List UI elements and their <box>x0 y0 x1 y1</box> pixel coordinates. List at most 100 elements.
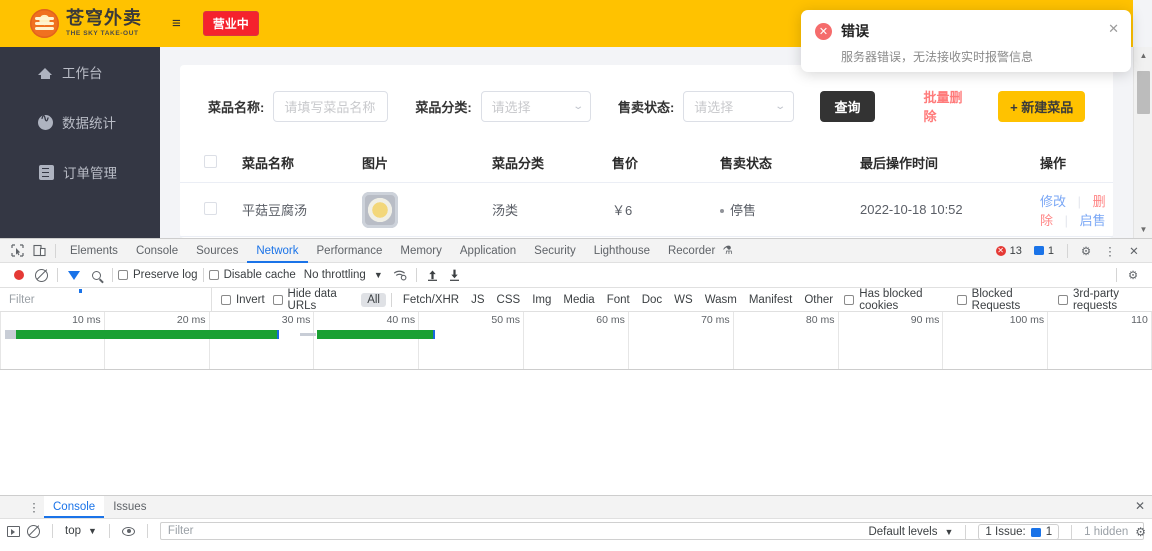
tab-console[interactable]: Console <box>127 239 187 263</box>
filter-type-media[interactable]: Media <box>557 294 600 306</box>
console-toolbar-right: Default levels ▼ 1 Issue: 1 1 hidden ⚙ <box>868 520 1146 544</box>
network-conditions-icon[interactable] <box>389 265 411 285</box>
select-all-checkbox[interactable] <box>180 154 242 171</box>
third-party-requests-checkbox[interactable]: 3rd-party requests <box>1057 288 1152 312</box>
filter-type-js[interactable]: JS <box>465 294 490 306</box>
hidden-messages-label: 1 hidden <box>1084 526 1129 538</box>
tab-network[interactable]: Network <box>247 239 307 263</box>
filter-type-doc[interactable]: Doc <box>636 294 668 306</box>
checkbox-icon <box>272 294 283 305</box>
tab-security[interactable]: Security <box>525 239 585 263</box>
tab-performance[interactable]: Performance <box>308 239 392 263</box>
filter-type-img[interactable]: Img <box>526 294 557 306</box>
inspect-element-icon[interactable] <box>6 241 28 261</box>
toast-close-icon[interactable]: ✕ <box>1108 21 1119 37</box>
execution-context-icon[interactable] <box>7 525 20 537</box>
preserve-log-label: Preserve log <box>133 269 198 281</box>
filter-type-css[interactable]: CSS <box>491 294 527 306</box>
live-expression-icon[interactable] <box>121 526 135 536</box>
devtools-settings-gear-icon[interactable]: ⚙ <box>1075 241 1097 261</box>
sidebar-item-label: 订单管理 <box>63 166 117 181</box>
gear-icon[interactable]: ⚙ <box>1122 265 1144 285</box>
cell-dish-name: 平菇豆腐汤 <box>242 203 308 218</box>
record-icon[interactable] <box>8 265 30 285</box>
sidebar-item-workbench[interactable]: 工作台 <box>0 47 160 97</box>
drawer-tab-console[interactable]: Console <box>44 496 105 518</box>
page-scrollbar[interactable]: ▲ ▼ <box>1133 47 1152 238</box>
message-count-badge[interactable]: 1 <box>1030 244 1060 258</box>
dish-management-card: 菜品名称: 请填写菜品名称 菜品分类: 请选择 ⌄ 售卖状态: 请选择 ⌄ 查询… <box>180 65 1113 238</box>
filter-type-ws[interactable]: WS <box>668 294 699 306</box>
filter-type-fetch-xhr[interactable]: Fetch/XHR <box>397 294 465 306</box>
clear-icon[interactable] <box>30 265 52 285</box>
export-har-icon[interactable] <box>444 265 466 285</box>
edit-link[interactable]: 修改 <box>1040 194 1066 209</box>
timeline-tick-label: 30 ms <box>281 314 311 326</box>
issues-pill[interactable]: 1 Issue: 1 <box>978 524 1060 540</box>
status-text: 停售 <box>730 203 757 218</box>
sidebar-item-statistics[interactable]: 数据统计 <box>0 97 160 147</box>
console-context-select[interactable]: top <box>65 525 81 537</box>
dish-category-select[interactable]: 请选择 ⌄ <box>480 90 591 122</box>
network-overview-timeline[interactable]: 10 ms 20 ms 30 ms 40 ms 50 ms 60 ms 70 m… <box>0 312 1152 370</box>
disable-cache-checkbox[interactable]: Disable cache <box>208 269 296 281</box>
sidebar-item-orders[interactable]: 订单管理 <box>0 147 160 197</box>
batch-delete-button[interactable]: 批量删除 <box>923 87 970 125</box>
new-dish-button[interactable]: + 新建菜品 <box>998 90 1085 122</box>
tab-recorder[interactable]: Recorder ⚗ <box>659 239 742 263</box>
blocked-requests-checkbox[interactable]: Blocked Requests <box>956 288 1050 312</box>
devtools-close-icon[interactable]: ✕ <box>1123 241 1145 261</box>
chevron-down-icon[interactable]: ▼ <box>88 526 97 536</box>
has-blocked-cookies-checkbox[interactable]: Has blocked cookies <box>844 288 949 312</box>
action-separator: | <box>1077 193 1082 209</box>
filter-type-font[interactable]: Font <box>601 294 636 306</box>
hide-data-urls-checkbox[interactable]: Hide data URLs <box>272 288 356 312</box>
filter-type-manifest[interactable]: Manifest <box>743 294 798 306</box>
network-filter-placeholder: Filter <box>9 293 35 306</box>
chevron-down-icon[interactable]: ▼ <box>374 270 383 280</box>
toast-message: 服务器错误，无法接收实时报警信息 <box>841 50 1034 64</box>
sale-status-value: 请选择 <box>694 99 734 115</box>
tab-memory[interactable]: Memory <box>391 239 451 263</box>
throttling-select[interactable]: No throttling <box>304 269 366 281</box>
funnel-icon[interactable] <box>63 265 85 293</box>
sidebar-collapse-icon[interactable]: ≡ <box>172 16 181 31</box>
error-count-badge[interactable]: ✕ 13 <box>992 244 1028 258</box>
sale-status-select[interactable]: 请选择 ⌄ <box>683 90 794 122</box>
table-row[interactable]: 平菇豆腐汤 汤类 ￥6 停售 2022-10-18 10:52 修改 | 删除 … <box>180 183 1113 237</box>
drawer-tab-issues[interactable]: Issues <box>104 496 155 518</box>
gear-icon[interactable]: ⚙ <box>1135 525 1146 539</box>
tab-lighthouse[interactable]: Lighthouse <box>585 239 659 263</box>
dish-name-input[interactable]: 请填写菜品名称 <box>273 90 389 122</box>
web-page-viewport: 苍穹外卖 THE SKY TAKE-OUT ≡ 营业中 工作台 数据统计 订单管… <box>0 0 1152 238</box>
search-icon[interactable] <box>85 265 107 285</box>
device-toolbar-icon[interactable] <box>28 241 50 261</box>
scroll-up-arrow-icon[interactable]: ▲ <box>1134 47 1152 64</box>
tab-elements[interactable]: Elements <box>61 239 127 263</box>
tab-application[interactable]: Application <box>451 239 525 263</box>
scroll-down-arrow-icon[interactable]: ▼ <box>1134 221 1152 238</box>
filter-type-all[interactable]: All <box>361 292 386 307</box>
filter-type-other[interactable]: Other <box>798 294 839 306</box>
chevron-down-icon[interactable]: ▼ <box>945 527 954 537</box>
console-levels-select[interactable]: Default levels <box>868 526 937 538</box>
checkbox-icon <box>208 270 219 280</box>
drawer-more-icon[interactable]: ⋮ <box>24 500 44 514</box>
invert-checkbox[interactable]: Invert <box>220 294 265 306</box>
preserve-log-checkbox[interactable]: Preserve log <box>118 269 198 281</box>
drawer-close-icon[interactable]: ✕ <box>1135 499 1145 513</box>
network-filter-input[interactable]: Filter <box>0 287 213 312</box>
enable-sale-link[interactable]: 启售 <box>1080 213 1106 228</box>
issue-count: 1 <box>1045 526 1053 538</box>
filter-type-wasm[interactable]: Wasm <box>699 294 743 306</box>
tab-sources[interactable]: Sources <box>187 239 247 263</box>
error-count: 13 <box>1009 244 1022 257</box>
import-har-icon[interactable] <box>422 265 444 285</box>
devtools-more-options-icon[interactable]: ⋮ <box>1099 241 1121 261</box>
row-checkbox[interactable] <box>180 201 242 218</box>
cell-price: ￥6 <box>612 203 633 218</box>
clear-console-icon[interactable] <box>27 524 40 538</box>
query-button[interactable]: 查询 <box>819 90 876 122</box>
scrollbar-thumb[interactable] <box>1137 71 1150 114</box>
devtools-tabbar: Elements Console Sources Network Perform… <box>0 239 1152 263</box>
